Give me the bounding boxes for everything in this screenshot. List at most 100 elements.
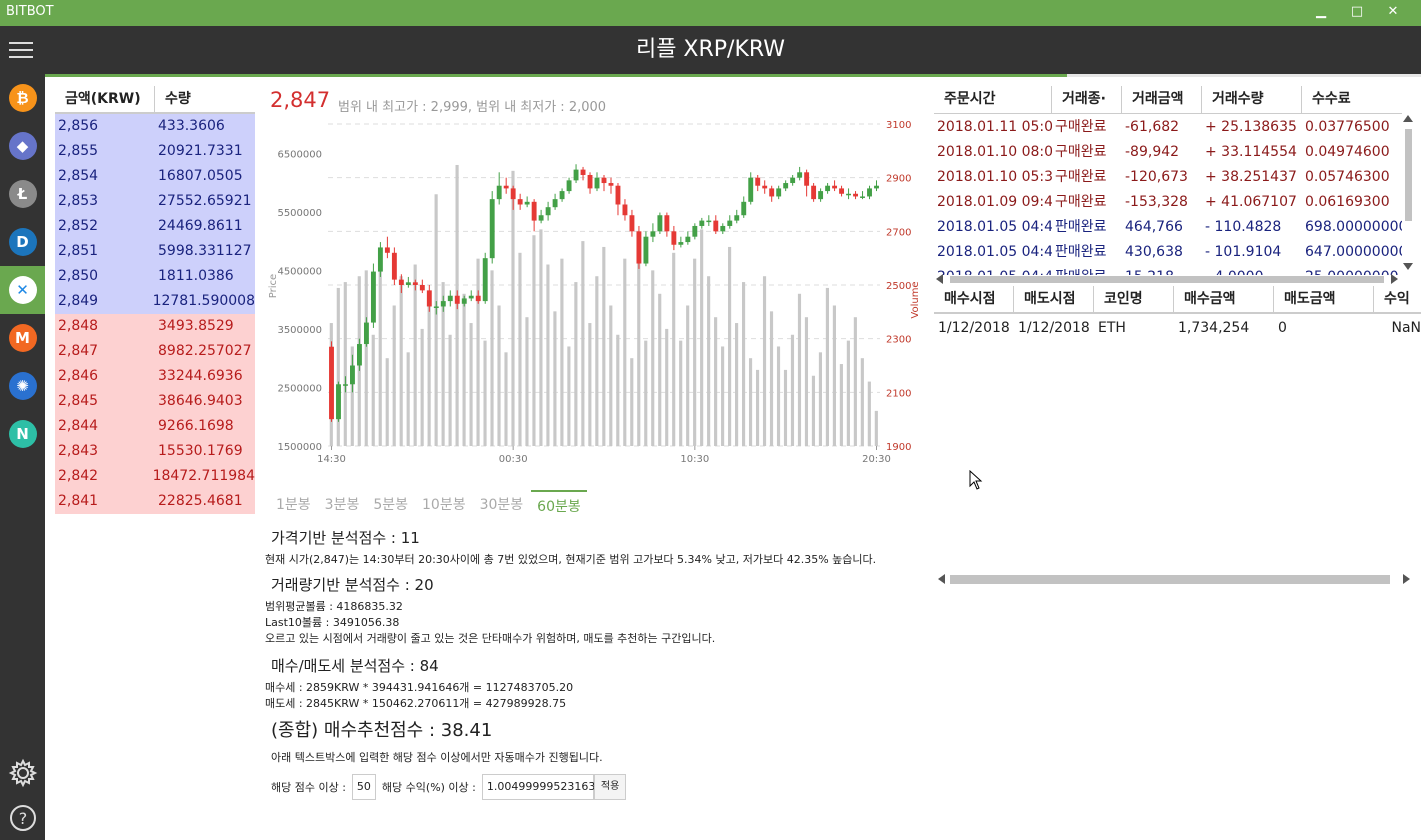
candle-body: [874, 185, 879, 189]
trades-col-header[interactable]: 매도시점: [1014, 286, 1094, 312]
orderbook-bid-row[interactable]: 2,845 38646.9403: [55, 389, 255, 414]
candle-body: [468, 295, 474, 299]
orderbook-ask-row[interactable]: 2,855 20921.7331: [55, 139, 255, 164]
volume-bar: [609, 305, 613, 446]
candle-body: [769, 188, 775, 197]
orderbook-bid-row[interactable]: 2,847 8982.257027: [55, 339, 255, 364]
tab-interval[interactable]: 1분봉: [270, 490, 317, 520]
orderbook-ask-row[interactable]: 2,854 16807.0505: [55, 164, 255, 189]
close-button[interactable]: ✕: [1375, 0, 1411, 24]
order-row[interactable]: 2018.01.05 04:47 판매완료 464,766 - 110.4828 698…: [934, 215, 1402, 240]
minimize-button[interactable]: ▁: [1303, 0, 1339, 24]
ripple-icon: ✕: [8, 276, 37, 304]
order-cell: 698.00000000: [1305, 219, 1402, 235]
window-title: BITBOT: [6, 4, 54, 19]
candle-body: [447, 295, 453, 302]
candle-body: [461, 298, 467, 304]
sidebar-item-litecoin[interactable]: Ł: [0, 170, 45, 218]
orderbook-ask-row[interactable]: 2,851 5998.331127: [55, 239, 255, 264]
volume-bar: [623, 258, 627, 446]
orderbook-bid-row[interactable]: 2,843 15530.1769: [55, 439, 255, 464]
order-row[interactable]: 2018.01.05 04:45 판매완료 430,638 - 101.9104 647…: [934, 240, 1402, 265]
volume-bar: [769, 311, 774, 446]
orderbook-ask-row[interactable]: 2,853 27552.65921: [55, 189, 255, 214]
apply-button[interactable]: 적용: [593, 774, 627, 800]
volume-bar: [686, 305, 690, 446]
candle-body: [776, 188, 782, 197]
orders-col-header[interactable]: 수수료: [1302, 86, 1402, 113]
candle-body: [552, 199, 558, 208]
dash-icon: D: [8, 228, 37, 256]
orderbook-ask-row[interactable]: 2,856 433.3606: [55, 114, 255, 139]
sidebar-item-nem[interactable]: N: [0, 410, 45, 458]
sidebar-item-ethereum[interactable]: ◆: [0, 122, 45, 170]
sidebar-item-monero[interactable]: M: [0, 314, 45, 362]
order-row[interactable]: 2018.01.10 05:30 구매완료 -120,673 + 38.251437 0…: [934, 165, 1402, 190]
trades-horizontal-scrollbar[interactable]: [938, 573, 1410, 585]
sidebar-item-cardano[interactable]: ✺: [0, 362, 45, 410]
order-row[interactable]: 2018.01.11 05:02 구매완료 -61,682 + 25.138635 0.…: [934, 115, 1402, 140]
score-threshold-label: 해당 점수 이상 :: [271, 781, 346, 794]
orders-col-header[interactable]: 주문시간: [934, 86, 1052, 113]
candle-body: [615, 185, 621, 205]
orderbook-bid-row[interactable]: 2,844 9266.1698: [55, 414, 255, 439]
sidebar-item-bitcoin[interactable]: ₿: [0, 74, 45, 122]
interval-tabs: 1분봉 3분봉 5분봉 10분봉 30분봉 60분봉: [270, 490, 589, 520]
orderbook-bid-row[interactable]: 2,846 33244.6936: [55, 364, 255, 389]
candle-body: [580, 169, 586, 175]
volume-bar: [714, 317, 718, 446]
trades-col-header[interactable]: 매수금액: [1174, 286, 1274, 312]
volume-bar: [804, 317, 809, 446]
tab-interval[interactable]: 30분봉: [474, 490, 530, 520]
profit-threshold-input[interactable]: 1.00499999523163: [481, 774, 595, 800]
orders-col-header[interactable]: 거래종·: [1052, 86, 1122, 113]
current-price: 2,847: [270, 88, 331, 112]
orders-col-header[interactable]: 거래수량: [1202, 86, 1302, 113]
bid-price: 2,846: [58, 368, 99, 384]
trades-col-header[interactable]: 코인명: [1094, 286, 1174, 312]
orders-vertical-scrollbar[interactable]: [1402, 115, 1414, 270]
volume-bar: [511, 170, 515, 446]
trades-col-header[interactable]: 매수시점: [934, 286, 1014, 312]
tab-interval[interactable]: 3분봉: [319, 490, 366, 520]
monero-icon: M: [8, 324, 37, 352]
ask-qty: 12781.590008: [152, 293, 255, 309]
candle-body: [692, 225, 698, 237]
trade-row[interactable]: 1/12/2018 ...1/12/2018 ...ETH1,734,2540N…: [934, 316, 1421, 340]
trades-col-header[interactable]: 수익: [1374, 286, 1421, 312]
order-row[interactable]: 2018.01.10 08:04 구매완료 -89,942 + 33.114554 0.…: [934, 140, 1402, 165]
help-icon[interactable]: ?: [0, 798, 45, 838]
bid-price: 2,841: [58, 493, 99, 509]
tab-interval[interactable]: 10분봉: [416, 490, 472, 520]
volume-bar: [581, 241, 585, 446]
order-row[interactable]: 2018.01.09 09:48 구매완료 -153,328 + 41.067107 0…: [934, 190, 1402, 215]
settings-gear-icon[interactable]: [0, 753, 45, 793]
order-cell: 0.06169300: [1305, 194, 1390, 210]
tab-interval[interactable]: 60분봉: [531, 490, 587, 520]
candle-body: [706, 220, 712, 223]
score-threshold-input[interactable]: 50: [351, 774, 376, 800]
orderbook-bid-row[interactable]: 2,841 22825.4681: [55, 489, 255, 514]
tab-interval[interactable]: 5분봉: [367, 490, 414, 520]
orderbook-bid-row[interactable]: 2,848 3493.8529: [55, 314, 255, 339]
bid-qty: 15530.1769: [158, 443, 243, 459]
trades-col-header[interactable]: 매도금액: [1274, 286, 1374, 312]
orders-col-header[interactable]: 거래금액: [1122, 86, 1202, 113]
orderbook-col-price: 금액(KRW): [55, 86, 155, 112]
orders-horizontal-scrollbar[interactable]: [936, 273, 1398, 285]
x-tick-label: 20:30: [862, 454, 891, 465]
trades-header: 매수시점 매도시점 코인명 매수금액 매도금액 수익: [934, 286, 1421, 314]
ask-price: 2,849: [58, 293, 99, 309]
orderbook-ask-row[interactable]: 2,849 12781.590008: [55, 289, 255, 314]
sidebar-item-ripple[interactable]: ✕: [0, 266, 45, 314]
orderbook-bid-row[interactable]: 2,842 18472.711984: [55, 464, 255, 489]
maximize-button[interactable]: □: [1339, 0, 1375, 24]
orderbook-ask-row[interactable]: 2,852 24469.8611: [55, 214, 255, 239]
candle-body: [370, 271, 376, 323]
volume-bar: [434, 194, 438, 446]
candle-body: [790, 177, 796, 184]
orderbook-ask-row[interactable]: 2,850 1811.0386: [55, 264, 255, 289]
order-cell: - 110.4828: [1205, 219, 1282, 235]
sidebar-item-dash[interactable]: D: [0, 218, 45, 266]
cardano-icon: ✺: [8, 372, 37, 400]
